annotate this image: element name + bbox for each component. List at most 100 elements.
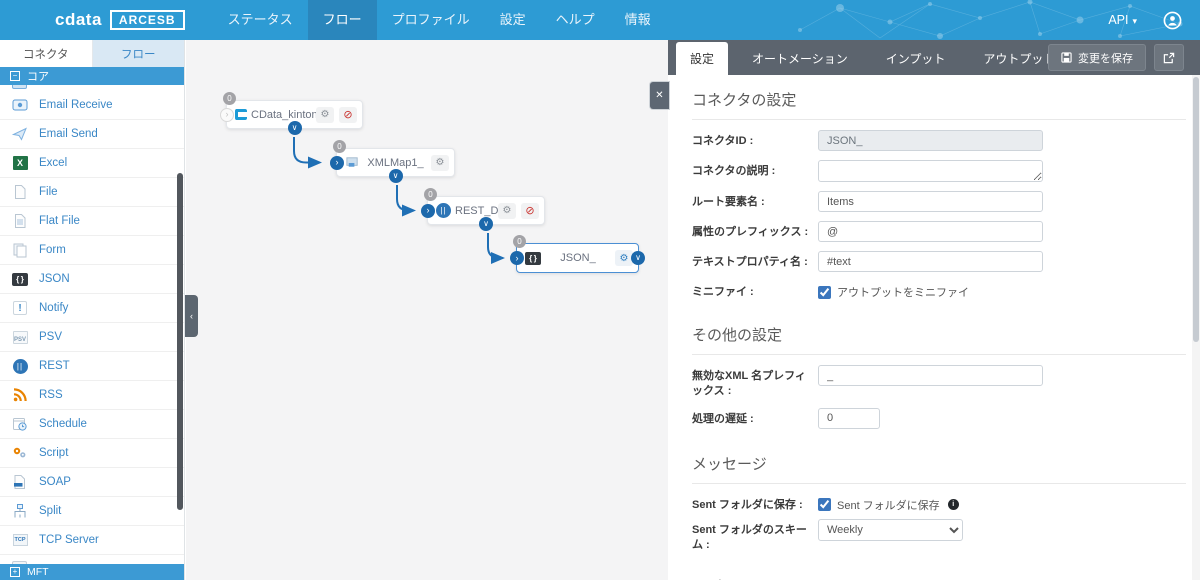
panel-body: コネクタの設定 コネクタID : コネクタの説明 : ルート要素名 : 属性のプ… <box>668 75 1192 580</box>
tab-settings[interactable]: 設定 <box>676 42 729 75</box>
node-settings-button[interactable]: ⚙ <box>431 154 449 171</box>
email-send-icon <box>12 126 28 142</box>
flow-node-xmlmap[interactable]: 0 › XMLMap1_ ⚙ ∨ <box>330 140 455 183</box>
connector-form[interactable]: Form <box>0 236 184 265</box>
collapse-icon: − <box>10 71 20 81</box>
output-port[interactable]: ∨ <box>287 121 302 135</box>
input-port[interactable]: › <box>220 107 234 122</box>
flow-node-cdata-kintone[interactable]: 0 › CData_kinton... ⚙ ⊘ ∨ <box>220 92 363 135</box>
flow-node-json[interactable]: 0 › { } JSON_ ⚙ ∨ <box>510 235 645 273</box>
close-panel-button[interactable]: ✕ <box>650 82 669 109</box>
logo-text: cdata <box>55 10 102 29</box>
panel-controls: 変更を保存 <box>1048 44 1184 71</box>
input-port[interactable]: › <box>510 251 524 265</box>
node-settings-button[interactable]: ⚙ <box>498 202 516 219</box>
json-icon: { } <box>525 251 541 265</box>
connector-soap[interactable]: SOAP <box>0 468 184 497</box>
save-changes-button[interactable]: 変更を保存 <box>1048 44 1146 71</box>
nav-item-status[interactable]: ステータス <box>213 0 308 40</box>
sent-folder-checkbox[interactable] <box>818 498 831 512</box>
nav-item-profiles[interactable]: プロファイル <box>377 0 485 40</box>
node-settings-button[interactable]: ⚙ <box>316 106 334 123</box>
nav-item-help[interactable]: ヘルプ <box>541 0 610 40</box>
nav-item-info[interactable]: 情報 <box>610 0 666 40</box>
api-dropdown[interactable]: API ▾ <box>1108 13 1137 27</box>
output-port[interactable]: ∨ <box>388 169 403 183</box>
connector-list: Email Receive Email Send X Excel File Fl… <box>0 85 184 564</box>
connector-file[interactable]: File <box>0 178 184 207</box>
logo-badge: ARCESB <box>109 10 185 30</box>
sidebar-collapse-handle[interactable]: ‹ <box>185 295 198 337</box>
connector-script[interactable]: Script <box>0 439 184 468</box>
connector-sidebar: コネクタ フロー − コア Email Receive Email Send X… <box>0 40 185 580</box>
node-disable-button[interactable]: ⊘ <box>339 106 357 123</box>
connector-email-send[interactable]: Email Send <box>0 120 184 149</box>
attribute-prefix-input[interactable] <box>818 221 1043 242</box>
tab-flows[interactable]: フロー <box>92 40 184 67</box>
notify-icon: ! <box>12 300 28 316</box>
nav-menu: ステータス フロー プロファイル 設定 ヘルプ 情報 <box>213 0 666 40</box>
list-item-partial[interactable] <box>0 555 184 564</box>
panel-scrollbar-thumb[interactable] <box>1193 77 1199 342</box>
connector-json[interactable]: { } JSON <box>0 265 184 294</box>
connector-description-input[interactable] <box>818 160 1043 182</box>
field-label: ミニファイ : <box>692 286 754 298</box>
panel-tab-bar: 設定 オートメーション インプット アウトプット イベント 変更を保存 <box>668 40 1200 75</box>
sidebar-scrollbar-thumb[interactable] <box>177 173 183 510</box>
field-text-property: テキストプロパティ名 : <box>692 251 1186 272</box>
connector-split[interactable]: Split <box>0 497 184 526</box>
psv-icon: PSV <box>12 329 28 345</box>
connector-id-input <box>818 130 1043 151</box>
connector-excel[interactable]: X Excel <box>0 149 184 178</box>
output-port[interactable]: ∨ <box>631 251 645 265</box>
nav-item-flows[interactable]: フロー <box>307 0 377 40</box>
field-label: コネクタID : <box>692 135 754 147</box>
open-in-new-window-button[interactable] <box>1154 44 1184 71</box>
connector-email-receive[interactable]: Email Receive <box>0 91 184 120</box>
flat-file-icon <box>12 213 28 229</box>
script-icon <box>12 445 28 461</box>
output-port[interactable]: ∨ <box>479 217 493 231</box>
text-property-input[interactable] <box>818 251 1043 272</box>
input-port[interactable]: › <box>421 203 435 218</box>
tab-input[interactable]: インプット <box>872 42 960 75</box>
connector-notify[interactable]: ! Notify <box>0 294 184 323</box>
connector-rss[interactable]: RSS <box>0 381 184 410</box>
cdata-icon <box>235 109 247 120</box>
category-mft-header[interactable]: + MFT <box>0 564 184 580</box>
category-core-header[interactable]: − コア <box>0 67 184 85</box>
tab-connectors[interactable]: コネクタ <box>0 40 93 67</box>
node-disable-button[interactable]: ⊘ <box>521 202 539 219</box>
panel-scrollbar[interactable] <box>1192 75 1200 580</box>
app-logo[interactable]: cdata ARCESB <box>55 10 185 30</box>
connector-schedule[interactable]: Schedule <box>0 410 184 439</box>
rss-icon <box>12 387 28 403</box>
user-avatar-icon[interactable] <box>1163 11 1182 30</box>
connector-psv[interactable]: PSV PSV <box>0 323 184 352</box>
connector-tcp-server[interactable]: TCP TCP Server <box>0 526 184 555</box>
section-other-settings: その他の設定 <box>692 324 1186 355</box>
connector-rest[interactable]: || REST <box>0 352 184 381</box>
message-count-badge: 0 <box>223 92 236 105</box>
excel-icon: X <box>12 155 28 171</box>
processing-delay-input[interactable] <box>818 407 880 429</box>
nav-item-settings[interactable]: 設定 <box>485 0 541 40</box>
minify-checkbox[interactable] <box>818 285 831 299</box>
sent-scheme-select[interactable]: Weekly <box>818 518 963 541</box>
tab-automation[interactable]: オートメーション <box>738 42 862 75</box>
invalid-xml-prefix-input[interactable] <box>818 365 1043 386</box>
rest-icon: || <box>12 358 28 374</box>
input-port[interactable]: › <box>330 155 344 170</box>
soap-icon <box>12 474 28 490</box>
json-icon: { } <box>12 271 28 287</box>
rest-icon: || <box>436 203 451 218</box>
info-icon[interactable]: i <box>947 499 959 511</box>
connector-flat-file[interactable]: Flat File <box>0 207 184 236</box>
message-count-badge: 0 <box>333 140 346 153</box>
field-invalid-xml-prefix: 無効なXML 名プレフィックス : <box>692 365 1186 399</box>
flow-node-rest-deepl[interactable]: 0 › || REST_DeepL_ ⚙ ⊘ ∨ <box>421 188 545 231</box>
field-label: 処理の遅延 : <box>692 412 754 425</box>
field-label: 属性のプレフィックス : <box>692 226 809 238</box>
root-element-input[interactable] <box>818 191 1043 212</box>
flow-canvas[interactable]: 0 › CData_kinton... ⚙ ⊘ ∨ 0 › XMLMap1_ ⚙… <box>186 40 668 580</box>
